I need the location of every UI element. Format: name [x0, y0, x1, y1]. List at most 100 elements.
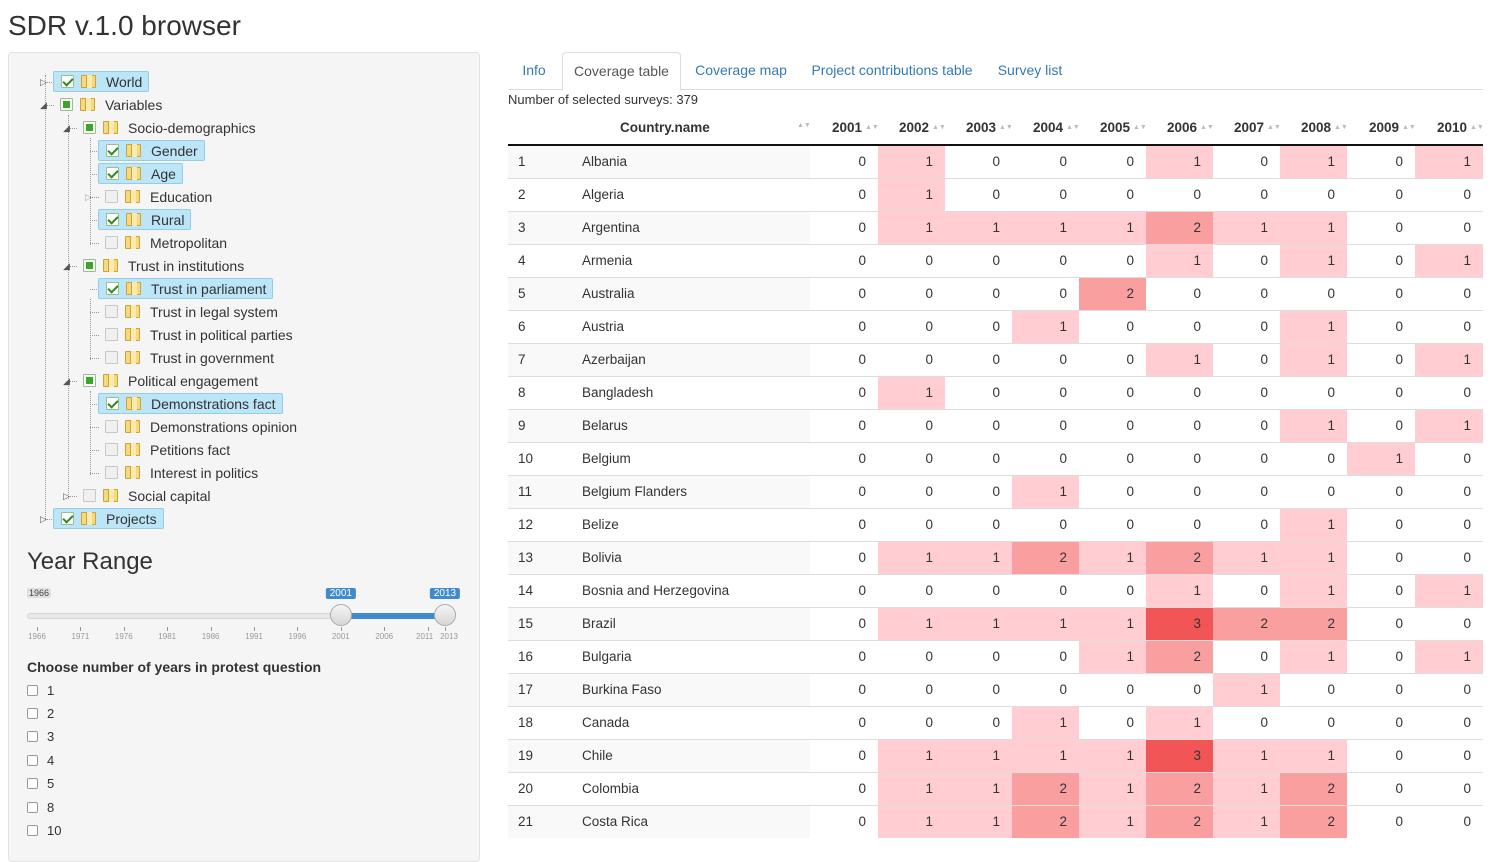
tree-node-trust-in-government[interactable]: Trust in government	[98, 347, 278, 368]
sort-icon[interactable]: ▲▼	[1334, 124, 1348, 131]
protest-option-5[interactable]: 5	[27, 775, 54, 793]
table-row[interactable]: 9 Belarus 0 0 0 0 0 0 0 1 0 1	[508, 408, 1483, 442]
protest-option-checkbox[interactable]	[27, 754, 38, 766]
tab-project-contributions-table[interactable]: Project contributions table	[802, 52, 982, 90]
tree-node-age[interactable]: Age	[98, 163, 183, 184]
checkbox-empty-icon[interactable]	[105, 328, 118, 341]
table-row[interactable]: 7 Azerbaijan 0 0 0 0 0 1 0 1 0 1	[508, 342, 1483, 376]
tree-node-projects[interactable]: Projects	[53, 508, 164, 529]
tab-info[interactable]: Info	[508, 52, 560, 90]
checkbox-checked-icon[interactable]	[106, 213, 119, 226]
tree-node-social-capital[interactable]: Social capital	[76, 485, 215, 506]
checkbox-partial-icon[interactable]	[83, 121, 96, 134]
checkbox-empty-icon[interactable]	[105, 351, 118, 364]
protest-option-checkbox[interactable]	[27, 684, 38, 696]
sort-icon[interactable]: ▲▼	[1470, 124, 1484, 131]
table-row[interactable]: 14 Bosnia and Herzegovina 0 0 0 0 0 1 0 1 0 1	[508, 573, 1483, 607]
checkbox-empty-icon[interactable]	[83, 489, 96, 502]
tree-node-interest-in-politics[interactable]: Interest in politics	[98, 462, 262, 483]
checkbox-empty-icon[interactable]	[105, 305, 118, 318]
table-row[interactable]: 8 Bangladesh 0 1 0 0 0 0 0 0 0 0	[508, 375, 1483, 409]
table-row[interactable]: 4 Armenia 0 0 0 0 0 1 0 1 0 1	[508, 243, 1483, 277]
sort-icon[interactable]: ▲▼	[932, 124, 946, 131]
tree-node-trust-in-parliament[interactable]: Trust in parliament	[98, 278, 274, 299]
protest-option-2[interactable]: 2	[27, 704, 54, 722]
column-header-year[interactable]: 2001 ▲▼	[810, 110, 879, 146]
checkbox-checked-icon[interactable]	[106, 282, 119, 295]
protest-option-8[interactable]: 8	[27, 798, 54, 816]
column-header-country[interactable]: Country.name ▲▼	[560, 110, 811, 146]
column-header-year[interactable]: 2002 ▲▼	[878, 110, 946, 146]
tree-node-education[interactable]: Education	[98, 186, 216, 207]
checkbox-empty-icon[interactable]	[105, 443, 118, 456]
slider-handle-to[interactable]	[434, 604, 456, 626]
tree-node-metropolitan[interactable]: Metropolitan	[98, 232, 231, 253]
collapse-arrow-icon[interactable]: ◢	[40, 101, 47, 110]
tree-node-trust-in-institutions[interactable]: Trust in institutions	[76, 255, 248, 276]
table-row[interactable]: 10 Belgium 0 0 0 0 0 0 0 0 1 0	[508, 441, 1483, 475]
table-row[interactable]: 6 Austria 0 0 0 1 0 0 0 1 0 0	[508, 309, 1483, 343]
sort-icon[interactable]: ▲▼	[1133, 124, 1147, 131]
table-row[interactable]: 11 Belgium Flanders 0 0 0 1 0 0 0 0 0 0	[508, 474, 1483, 508]
tree-node-gender[interactable]: Gender	[98, 140, 205, 161]
tree-node-rural[interactable]: Rural	[98, 209, 192, 230]
tree-node-world[interactable]: World	[53, 71, 150, 92]
tree-node-trust-in-political-parties[interactable]: Trust in political parties	[98, 324, 297, 345]
tab-coverage-map[interactable]: Coverage map	[685, 52, 797, 90]
expand-arrow-icon[interactable]: ▷	[85, 193, 92, 202]
column-header-year[interactable]: 2008 ▲▼	[1280, 110, 1348, 146]
table-row[interactable]: 15 Brazil 0 1 1 1 1 3 2 2 0 0	[508, 606, 1483, 640]
expand-arrow-icon[interactable]: ▷	[63, 492, 70, 501]
checkbox-checked-icon[interactable]	[61, 512, 74, 525]
sort-icon[interactable]: ▲▼	[797, 122, 811, 129]
collapse-arrow-icon[interactable]: ◢	[63, 377, 70, 386]
column-header-year[interactable]: 2006 ▲▼	[1146, 110, 1214, 146]
expand-arrow-icon[interactable]: ▷	[40, 515, 47, 524]
table-row[interactable]: 2 Algeria 0 1 0 0 0 0 0 0 0 0	[508, 177, 1483, 211]
table-row[interactable]: 1 Albania 0 1 0 0 0 1 0 1 0 1	[508, 144, 1483, 178]
checkbox-checked-icon[interactable]	[106, 397, 119, 410]
column-header-year[interactable]: 2007 ▲▼	[1213, 110, 1281, 146]
protest-option-1[interactable]: 1	[27, 681, 54, 699]
year-range-slider[interactable]: 1966 2001 2013 1966 1971 1976 1981 1986 1991 1…	[27, 583, 467, 643]
table-row[interactable]: 13 Bolivia 0 1 1 2 1 2 1 1 0 0	[508, 540, 1483, 574]
checkbox-partial-icon[interactable]	[83, 374, 96, 387]
sort-icon[interactable]: ▲▼	[1200, 124, 1214, 131]
collapse-arrow-icon[interactable]: ◢	[63, 124, 70, 133]
column-header-year[interactable]: 2009 ▲▼	[1347, 110, 1416, 146]
tab-survey-list[interactable]: Survey list	[985, 52, 1075, 90]
protest-option-10[interactable]: 10	[27, 821, 61, 839]
tree-node-trust-in-legal-system[interactable]: Trust in legal system	[98, 301, 282, 322]
tree-node-demonstrations-opinion[interactable]: Demonstrations opinion	[98, 416, 301, 437]
sort-icon[interactable]: ▲▼	[1267, 124, 1281, 131]
slider-handle-from[interactable]	[329, 604, 352, 626]
table-row[interactable]: 21 Costa Rica 0 1 1 2 1 2 1 2 0 0	[508, 804, 1483, 838]
table-row[interactable]: 19 Chile 0 1 1 1 1 3 1 1 0 0	[508, 738, 1483, 772]
protest-option-checkbox[interactable]	[27, 707, 38, 719]
protest-option-3[interactable]: 3	[27, 728, 54, 746]
column-header-year[interactable]: 2010 ▲▼	[1415, 110, 1484, 146]
checkbox-checked-icon[interactable]	[61, 75, 74, 88]
protest-option-checkbox[interactable]	[27, 778, 38, 790]
checkbox-empty-icon[interactable]	[105, 236, 118, 249]
tree-node-political-engagement[interactable]: Political engagement	[76, 370, 262, 391]
checkbox-checked-icon[interactable]	[106, 144, 119, 157]
protest-option-checkbox[interactable]	[27, 731, 38, 743]
tree-node-socio-demographics[interactable]: Socio-demographics	[76, 117, 260, 138]
table-row[interactable]: 16 Bulgaria 0 0 0 0 1 2 0 1 0 1	[508, 639, 1483, 673]
table-row[interactable]: 18 Canada 0 0 0 1 0 1 0 0 0 0	[508, 705, 1483, 739]
protest-option-checkbox[interactable]	[27, 801, 38, 813]
column-header-year[interactable]: 2005 ▲▼	[1079, 110, 1147, 146]
protest-option-checkbox[interactable]	[27, 824, 38, 836]
expand-arrow-icon[interactable]: ▷	[40, 78, 47, 87]
column-header-year[interactable]: 2003 ▲▼	[945, 110, 1013, 146]
sort-icon[interactable]: ▲▼	[1066, 124, 1080, 131]
sort-icon[interactable]: ▲▼	[1402, 124, 1416, 131]
table-row[interactable]: 5 Australia 0 0 0 0 2 0 0 0 0 0	[508, 276, 1483, 310]
tree-node-demonstrations-fact[interactable]: Demonstrations fact	[98, 393, 283, 414]
protest-option-4[interactable]: 4	[27, 751, 54, 769]
checkbox-empty-icon[interactable]	[105, 190, 118, 203]
tab-coverage-table[interactable]: Coverage table	[562, 52, 681, 91]
checkbox-checked-icon[interactable]	[106, 167, 119, 180]
checkbox-partial-icon[interactable]	[60, 98, 73, 111]
